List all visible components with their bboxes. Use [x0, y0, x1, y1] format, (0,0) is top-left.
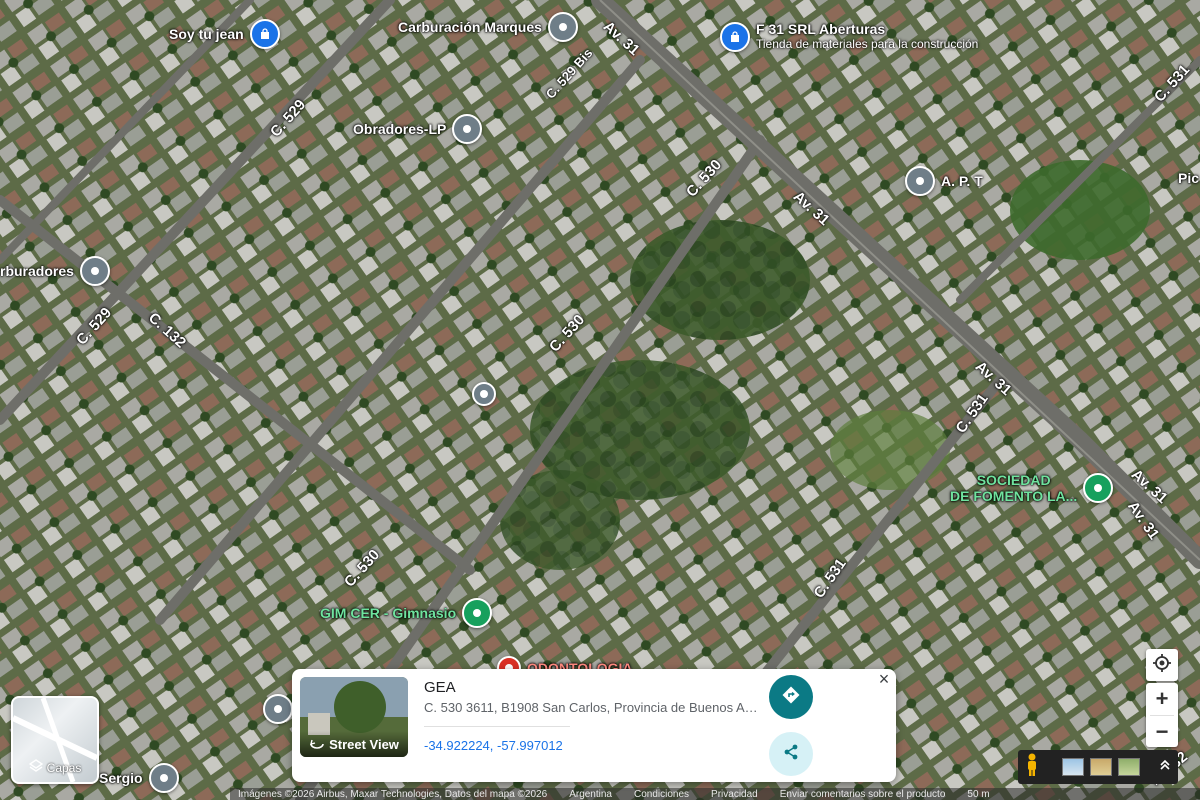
attribution-bar: Imágenes ©2026 Airbus, Maxar Technologie…: [230, 788, 1200, 800]
poi-label: Soy tu jean: [169, 26, 244, 42]
place-pin-icon: [79, 256, 110, 286]
poi-label: rburadores: [0, 263, 74, 279]
street-view-thumbnail[interactable]: Street View: [300, 677, 408, 757]
terms-link[interactable]: Condiciones: [634, 789, 689, 800]
country-link[interactable]: Argentina: [569, 789, 612, 800]
place-pin-icon: [263, 694, 293, 724]
layers-button[interactable]: Capas: [11, 696, 99, 784]
poi-unnamed[interactable]: [263, 694, 293, 724]
poi-label: Pic: [1178, 170, 1200, 186]
divider: [424, 726, 570, 727]
poi-pic[interactable]: Pic: [1178, 170, 1199, 186]
directions-icon: [781, 685, 801, 710]
close-icon[interactable]: ×: [876, 670, 892, 688]
zoom-control: + −: [1146, 683, 1178, 747]
park-pin-icon: [1083, 473, 1114, 503]
pegman-icon[interactable]: [1024, 753, 1040, 782]
privacy-link[interactable]: Privacidad: [711, 789, 758, 800]
my-location-button[interactable]: [1146, 649, 1178, 681]
layers-icon: [28, 759, 43, 776]
poi-f31-aberturas[interactable]: F 31 SRL Aberturas Tienda de materiales …: [720, 22, 978, 52]
share-button[interactable]: [769, 732, 813, 776]
street-view-bar: [1018, 750, 1178, 784]
zoom-in-button[interactable]: +: [1146, 683, 1178, 715]
feedback-link[interactable]: Enviar comentarios sobre el producto: [780, 789, 946, 800]
poi-label: DE FOMENTO LA...: [950, 488, 1078, 504]
place-pin-icon: [905, 166, 935, 196]
poi-label: Sergio: [99, 770, 143, 786]
shopping-bag-icon: [249, 19, 280, 49]
poi-apt[interactable]: A. P. T: [905, 166, 983, 196]
poi-gim-cer[interactable]: GIM CER - Gimnasio: [320, 598, 493, 628]
place-address: C. 530 3611, B1908 San Carlos, Provincia…: [424, 700, 758, 715]
place-info-card: Street View GEA C. 530 3611, B1908 San C…: [292, 669, 896, 782]
street-view-icon: [309, 737, 325, 752]
imagery-thumb-icon[interactable]: [1062, 758, 1084, 776]
poi-label: Carburación Marques: [398, 19, 542, 35]
poi-soy-tu-jean[interactable]: Soy tu jean: [169, 19, 280, 49]
place-name: GEA: [424, 679, 456, 696]
scale-label: 50 m: [967, 788, 990, 800]
imagery-thumb-icon[interactable]: [1090, 758, 1112, 776]
poi-carburadores[interactable]: rburadores: [0, 256, 110, 286]
selected-location-icon: [472, 382, 496, 406]
expand-up-icon[interactable]: [1158, 758, 1172, 777]
layers-label: Capas: [46, 760, 82, 775]
poi-carburacion-marques[interactable]: Carburación Marques: [398, 12, 578, 42]
poi-label: F 31 SRL Aberturas: [756, 21, 886, 37]
street-view-label: Street View: [329, 736, 399, 752]
poi-sergio[interactable]: Sergio: [99, 763, 179, 793]
poi-obradores-lp[interactable]: Obradores-LP: [353, 114, 483, 144]
poi-label: Obradores-LP: [353, 121, 447, 137]
zoom-out-button[interactable]: −: [1146, 716, 1178, 748]
shopping-bag-icon: [720, 22, 750, 52]
imagery-credit: Imágenes ©2026 Airbus, Maxar Technologie…: [238, 788, 548, 800]
share-icon: [782, 743, 800, 766]
gym-pin-icon: [462, 598, 493, 628]
poi-label: SOCIEDAD: [976, 472, 1051, 488]
place-pin-icon: [547, 12, 578, 42]
my-location-icon: [1152, 653, 1172, 678]
directions-button[interactable]: [769, 675, 813, 719]
poi-selected-marker[interactable]: [472, 382, 496, 406]
poi-category: Tienda de materiales para la construcció…: [756, 37, 979, 51]
place-coordinates-link[interactable]: -34.922224, -57.997012: [424, 738, 563, 753]
place-pin-icon: [148, 763, 179, 793]
poi-label: A. P. T: [941, 173, 983, 189]
imagery-thumb-icon[interactable]: [1118, 758, 1140, 776]
place-pin-icon: [452, 114, 483, 144]
poi-label: GIM CER - Gimnasio: [320, 605, 457, 621]
poi-sociedad-fomento[interactable]: SOCIEDAD DE FOMENTO LA...: [950, 472, 1114, 504]
